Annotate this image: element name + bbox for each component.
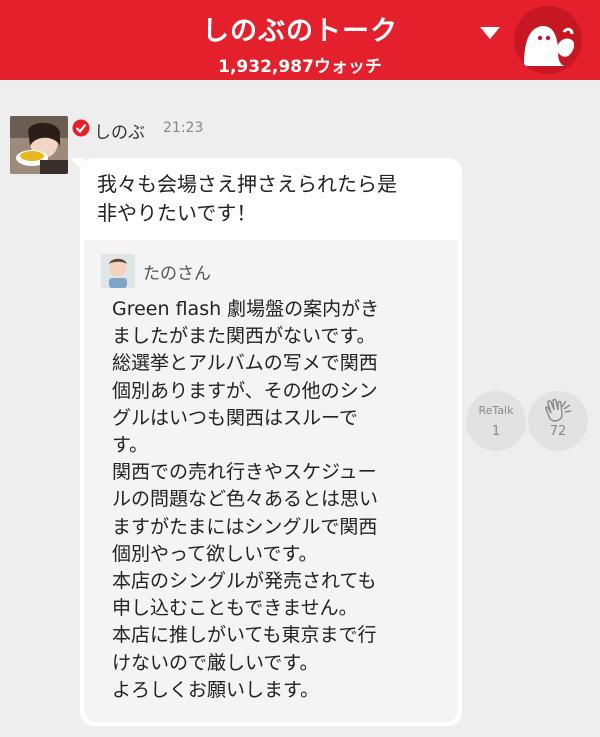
chevron-down-icon[interactable] <box>478 25 502 41</box>
clap-count: 72 <box>549 424 567 439</box>
retalk-count: 1 <box>491 424 501 439</box>
quote-author-avatar <box>101 254 135 288</box>
clap-button[interactable]: 72 <box>528 391 588 451</box>
sender-avatar[interactable] <box>10 116 68 174</box>
verified-check-icon <box>72 119 90 137</box>
quote-text: Green flash 劇場盤の案内がき ましたがまた関西がないです。 総選挙と… <box>112 298 380 701</box>
retalk-button[interactable]: ReTalk 1 <box>466 391 526 451</box>
header-bar: しのぶのトーク 1,932,987ウォッチ <box>0 0 600 80</box>
retalk-label: ReTalk <box>478 404 514 417</box>
quote-author-name: たのさん <box>143 264 211 284</box>
timestamp: 21:23 <box>163 120 204 136</box>
clap-icon <box>545 398 572 422</box>
talk-title: しのぶのトーク <box>202 16 398 47</box>
sender-name[interactable]: しのぶ <box>94 118 145 143</box>
ghost-icon[interactable] <box>514 6 582 74</box>
message-text: 我々も会場さえ押さえられたら是 非やりたいです！ <box>97 172 397 225</box>
watch-count: 1,932,987ウォッチ <box>218 57 382 77</box>
